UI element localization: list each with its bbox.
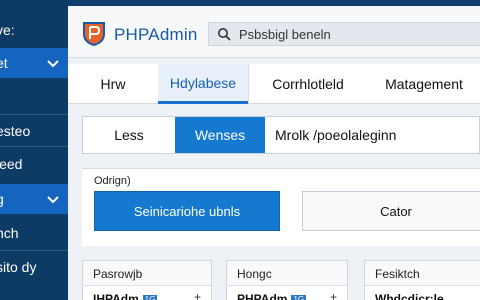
card-title: Fesiktch bbox=[375, 267, 420, 281]
sidebar-item-0[interactable]: ve: bbox=[0, 15, 68, 45]
sidebar-item-label: sito dy bbox=[0, 259, 37, 275]
sidebar-item-7[interactable]: sito dy bbox=[0, 252, 68, 282]
card-title: Pasrowjb bbox=[93, 267, 143, 281]
segment-0[interactable]: Less bbox=[83, 117, 175, 153]
sidebar-item-5[interactable]: g bbox=[0, 184, 68, 214]
top-bar: PHPAdmin Psbsbigl beneln bbox=[68, 6, 480, 58]
tab-label: Corrhlotleld bbox=[272, 76, 344, 92]
sidebar-item-3[interactable]: esteo bbox=[0, 116, 68, 146]
card-body: Whdcdicr;le bbox=[365, 285, 480, 300]
server-card[interactable]: Hongc PHPAdm 1G + bbox=[226, 260, 348, 300]
sidebar-item-label: ve: bbox=[0, 22, 15, 38]
card-value-text: PHPAdm bbox=[237, 292, 288, 300]
version-badge: 1G bbox=[142, 295, 158, 300]
sidebar-item-2[interactable]: t bbox=[0, 84, 68, 114]
server-card[interactable]: Pasrowjb IHPAdm 1G + bbox=[82, 260, 212, 300]
search-placeholder: Psbsbigl beneln bbox=[239, 26, 331, 42]
plus-icon[interactable]: + bbox=[330, 290, 337, 300]
card-value: IHPAdm 1G bbox=[93, 292, 158, 300]
segment-1[interactable]: Wenses bbox=[175, 117, 265, 153]
segmented-control: Less Wenses Mrolk /poeolaleginn bbox=[82, 116, 480, 154]
sidebar-divider bbox=[0, 250, 68, 251]
segment-label: Mrolk /poeolaleginn bbox=[275, 127, 397, 143]
segment-label: Wenses bbox=[194, 127, 246, 143]
card-body: PHPAdm 1G + bbox=[227, 285, 347, 300]
chevron-down-icon bbox=[47, 60, 59, 68]
main-panel: PHPAdmin Psbsbigl beneln Hrw Hdylabese C… bbox=[68, 6, 480, 300]
button-label: Cator bbox=[380, 203, 412, 219]
sidebar-item-label: leed bbox=[0, 156, 23, 172]
tab-label: Hrw bbox=[100, 76, 126, 92]
sidebar-divider bbox=[0, 146, 68, 147]
sidebar-item-label: g bbox=[0, 191, 4, 207]
plus-icon[interactable]: + bbox=[194, 290, 201, 300]
options-card: Odrign) Seinicariohe ubnls Cator bbox=[82, 168, 480, 246]
sidebar-item-label: nch bbox=[0, 225, 19, 241]
primary-action-button[interactable]: Seinicariohe ubnls bbox=[94, 191, 280, 231]
tab-0[interactable]: Hrw bbox=[68, 64, 158, 104]
chevron-down-icon bbox=[47, 196, 59, 204]
segment-label: Less bbox=[114, 127, 144, 143]
search-input[interactable]: Psbsbigl beneln bbox=[208, 22, 480, 46]
card-value: Whdcdicr;le bbox=[375, 292, 444, 300]
search-icon bbox=[218, 28, 231, 41]
sidebar: ve: et t esteo leed g nch sito dy bbox=[0, 0, 68, 300]
tab-1[interactable]: Hdylabese bbox=[158, 64, 248, 104]
sidebar-item-6[interactable]: nch bbox=[0, 218, 68, 248]
version-badge: 1G bbox=[291, 295, 307, 300]
server-card[interactable]: Fesiktch Whdcdicr;le bbox=[364, 260, 480, 300]
segment-2[interactable]: Mrolk /poeolaleginn bbox=[275, 117, 475, 153]
options-label: Odrign) bbox=[94, 175, 131, 187]
card-value-text: IHPAdm bbox=[93, 292, 139, 300]
tab-2[interactable]: Corrhlotleld bbox=[248, 64, 368, 104]
tab-3[interactable]: Matagement bbox=[368, 64, 480, 104]
button-label: Seinicariohe ubnls bbox=[133, 203, 241, 219]
phpadmin-logo-icon bbox=[83, 22, 105, 46]
brand-title: PHPAdmin bbox=[114, 25, 198, 44]
secondary-action-button[interactable]: Cator bbox=[302, 191, 480, 231]
card-body: IHPAdm 1G + bbox=[83, 285, 211, 300]
sidebar-item-label: et bbox=[0, 55, 8, 71]
tab-label: Hdylabese bbox=[169, 74, 237, 91]
tab-bar: Hrw Hdylabese Corrhlotleld Matagement bbox=[68, 64, 480, 104]
tab-label: Matagement bbox=[385, 76, 463, 92]
sidebar-item-1[interactable]: et bbox=[0, 48, 68, 78]
card-title: Hongc bbox=[237, 267, 272, 281]
sidebar-divider bbox=[0, 114, 68, 115]
sidebar-item-label: esteo bbox=[0, 123, 31, 139]
sidebar-item-4[interactable]: leed bbox=[0, 149, 68, 179]
card-value: PHPAdm 1G bbox=[237, 292, 307, 300]
